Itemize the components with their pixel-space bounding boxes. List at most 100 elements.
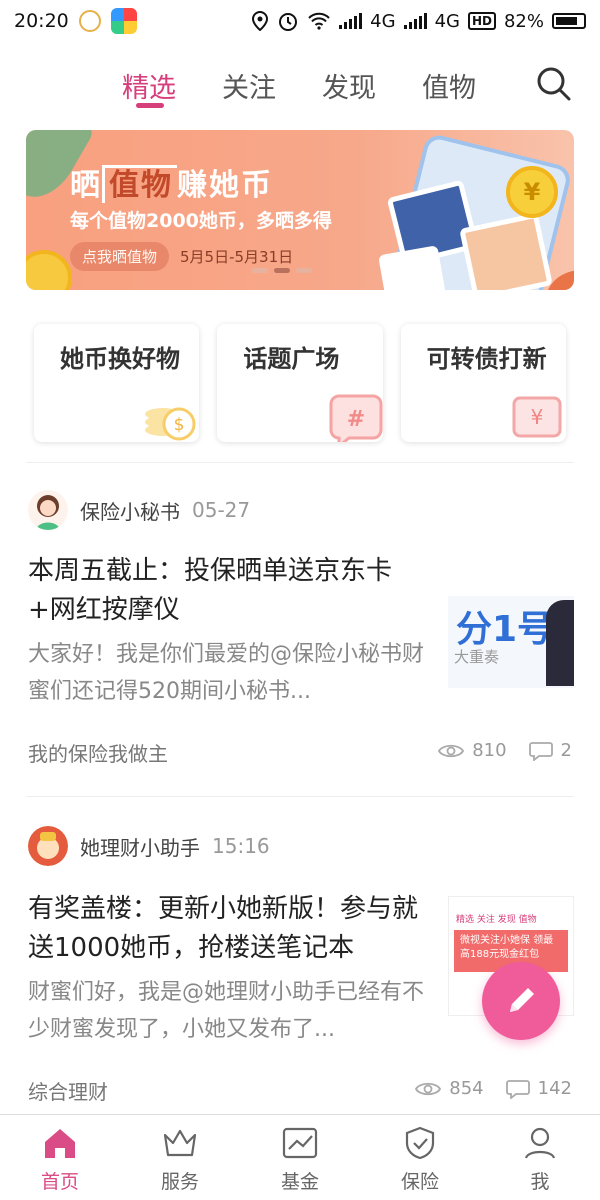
girl-avatar-icon bbox=[36, 495, 60, 530]
svg-text:¥: ¥ bbox=[531, 405, 544, 429]
comment-icon[interactable] bbox=[528, 741, 553, 761]
app-notification-icon bbox=[110, 8, 137, 34]
eye-icon bbox=[415, 1082, 442, 1095]
cartoon-avatar-icon bbox=[28, 826, 68, 866]
feed-author[interactable]: 保险小秘书 05-27 bbox=[28, 490, 250, 530]
avatar[interactable] bbox=[28, 826, 68, 866]
comment-count: 142 bbox=[537, 1078, 572, 1099]
post-time: 05-27 bbox=[192, 498, 251, 522]
nav-label: 服务 bbox=[160, 1171, 199, 1193]
quick-card-topic-square[interactable]: 话题广场 # bbox=[217, 324, 383, 442]
nav-insurance[interactable]: 保险 bbox=[360, 1115, 480, 1200]
thumbnail-tabs: 精选 关注 发现 值物 bbox=[456, 915, 537, 925]
quick-card-label: 可转债打新 bbox=[426, 345, 547, 373]
banner-title-pre: 晒 bbox=[70, 168, 102, 203]
banner-title-highlight: 值物 bbox=[102, 165, 177, 203]
nav-label: 保险 bbox=[400, 1171, 439, 1193]
battery-percent: 82% bbox=[503, 10, 544, 32]
status-bar: 20:20 4G 4G HD 82% bbox=[0, 0, 600, 42]
network-label-1: 4G bbox=[370, 10, 396, 32]
search-icon[interactable] bbox=[536, 66, 572, 102]
shield-icon bbox=[405, 1126, 435, 1160]
coin-decoration bbox=[26, 250, 72, 290]
thumbnail-figure bbox=[546, 600, 574, 686]
carousel-dot-active bbox=[274, 268, 290, 273]
tab-following[interactable]: 关注 bbox=[222, 66, 276, 105]
post-excerpt[interactable]: 大家好！我是你们最爱的@保险小秘书财蜜们还记得520期间小秘书... bbox=[28, 636, 428, 710]
quick-card-label: 她币换好物 bbox=[60, 345, 180, 373]
quick-card-label: 话题广场 bbox=[243, 345, 340, 373]
signal-icon bbox=[339, 13, 363, 29]
bottom-nav: 首页 服务 基金 保险 我 bbox=[0, 1114, 600, 1200]
nav-label: 我 bbox=[530, 1171, 550, 1193]
comment-count: 2 bbox=[560, 740, 572, 761]
chart-icon bbox=[282, 1127, 318, 1159]
comment-icon[interactable] bbox=[505, 1079, 530, 1099]
home-icon bbox=[45, 1129, 75, 1158]
compose-button[interactable] bbox=[482, 962, 560, 1040]
nav-label: 首页 bbox=[40, 1171, 79, 1193]
carousel-indicator bbox=[252, 268, 312, 273]
post-thumbnail[interactable]: 分1号 大重奏 bbox=[448, 596, 574, 688]
view-count: 810 bbox=[472, 740, 507, 761]
nav-me[interactable]: 我 bbox=[480, 1115, 600, 1200]
nav-funds[interactable]: 基金 bbox=[240, 1115, 360, 1200]
post-excerpt[interactable]: 财蜜们好，我是@她理财小助手已经有不少财蜜发现了，小她又发布了... bbox=[28, 974, 428, 1048]
nav-label: 基金 bbox=[280, 1171, 319, 1193]
avatar[interactable] bbox=[28, 490, 68, 530]
location-icon bbox=[252, 11, 269, 31]
post-topic-tag[interactable]: 综合理财 bbox=[28, 1076, 108, 1105]
author-name[interactable]: 她理财小助手 bbox=[80, 832, 200, 861]
post-time: 15:16 bbox=[212, 834, 270, 858]
banner-title: 晒值物 赚她币 bbox=[70, 160, 273, 204]
post-title[interactable]: 有奖盖楼：更新小她新版！参与就送1000她币，抢楼送笔记本 bbox=[28, 890, 428, 968]
thumbnail-subtext: 大重奏 bbox=[454, 648, 500, 666]
carousel-dot bbox=[296, 268, 312, 273]
quick-card-convertible-bond[interactable]: 可转债打新 ¥ bbox=[400, 324, 566, 442]
pencil-icon bbox=[510, 988, 534, 1012]
svg-text:#: # bbox=[346, 407, 364, 432]
wifi-icon bbox=[308, 12, 330, 30]
tab-featured[interactable]: 精选 bbox=[122, 66, 176, 105]
post-stats: 854 142 bbox=[415, 1078, 572, 1099]
crown-icon bbox=[163, 1129, 197, 1157]
battery-fill bbox=[556, 17, 578, 25]
network-label-2: 4G bbox=[434, 10, 460, 32]
carousel-dot bbox=[252, 268, 268, 273]
banner-subtitle: 每个值物2000她币，多晒多得 bbox=[70, 210, 332, 232]
tab-discover[interactable]: 发现 bbox=[322, 66, 376, 105]
banner-cta-button[interactable]: 点我晒值物 bbox=[70, 242, 170, 271]
svg-text:$: $ bbox=[174, 415, 185, 435]
battery-icon bbox=[552, 13, 586, 29]
quick-entry-cards: 她币换好物 $ 话题广场 # 可转债打新 ¥ bbox=[34, 324, 566, 442]
alarm-icon bbox=[279, 13, 298, 31]
quick-card-coin-exchange[interactable]: 她币换好物 $ bbox=[34, 324, 200, 442]
view-count: 854 bbox=[449, 1078, 484, 1099]
eye-icon bbox=[438, 744, 465, 757]
post-title[interactable]: 本周五截止：投保晒单送京东卡+网红按摩仪 bbox=[28, 552, 428, 630]
post-topic-tag[interactable]: 我的保险我做主 bbox=[28, 738, 168, 767]
coins-icon: $ bbox=[145, 407, 196, 441]
thumbnail-text: 分1号 bbox=[456, 609, 554, 650]
post-stats: 810 2 bbox=[438, 740, 572, 761]
user-icon bbox=[524, 1127, 556, 1159]
hashtag-bubble-icon: # bbox=[329, 394, 383, 442]
active-tab-indicator bbox=[136, 103, 164, 108]
banner-title-post: 赚她币 bbox=[177, 168, 273, 203]
tab-worthy[interactable]: 值物 bbox=[422, 66, 476, 105]
yuan-exchange-icon: ¥ bbox=[512, 396, 562, 438]
nav-home[interactable]: 首页 bbox=[0, 1115, 120, 1200]
emoji-notification-icon bbox=[78, 10, 101, 32]
top-tabs: 精选 关注 发现 值物 bbox=[0, 58, 600, 118]
author-name[interactable]: 保险小秘书 bbox=[80, 496, 180, 525]
section-divider bbox=[26, 796, 574, 797]
feed-author[interactable]: 她理财小助手 15:16 bbox=[28, 826, 270, 866]
yuan-coin-icon: ¥ bbox=[506, 166, 558, 218]
lipstick-card-illustration bbox=[378, 245, 446, 290]
section-divider bbox=[26, 462, 574, 463]
hd-badge: HD bbox=[467, 12, 496, 30]
nav-services[interactable]: 服务 bbox=[120, 1115, 240, 1200]
promo-banner[interactable]: ¥ 晒值物 赚她币 每个值物2000她币，多晒多得 点我晒值物 5月5日-5月31… bbox=[26, 130, 574, 290]
signal-icon-2 bbox=[403, 13, 427, 29]
status-time: 20:20 bbox=[14, 10, 69, 32]
